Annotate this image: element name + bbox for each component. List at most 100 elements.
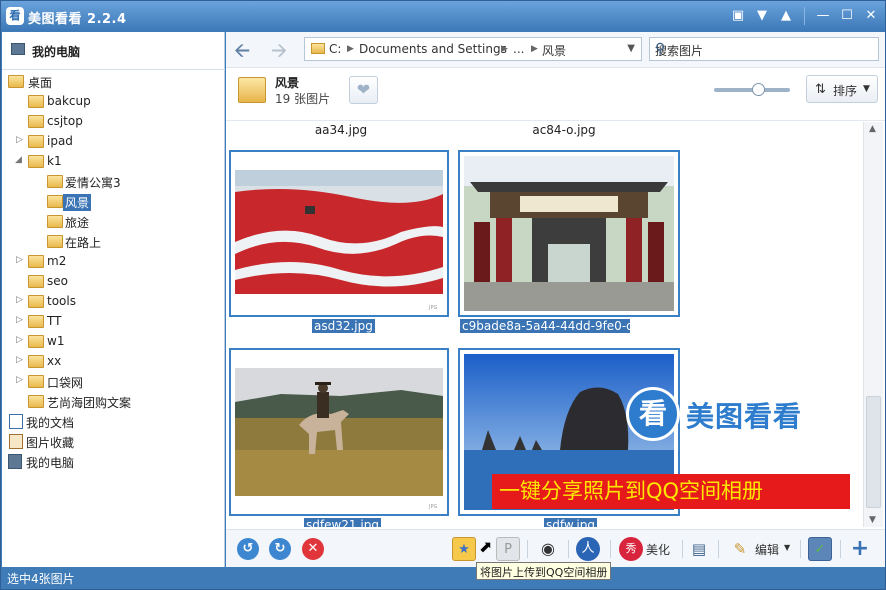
tree-item-csjtop[interactable]: csjtop <box>2 112 225 132</box>
minimize-icon[interactable]: — <box>813 6 833 26</box>
tree-item-my-computer[interactable]: 我的电脑 <box>2 452 225 472</box>
watermark-text: 美图看看 <box>686 400 803 433</box>
tree-item-lvtu[interactable]: 旅途 <box>2 212 225 232</box>
thumbnail-sdfew21[interactable]: JPG <box>229 348 449 516</box>
tree-item-label: k1 <box>47 154 62 168</box>
thumbnail-caption[interactable]: sdfw.jpg <box>544 518 597 527</box>
tree-item-label: csjtop <box>47 114 83 128</box>
slider-knob[interactable] <box>752 83 765 96</box>
tree-item-tools[interactable]: ▷ tools <box>2 292 225 312</box>
tree-item-m2[interactable]: ▷ m2 <box>2 252 225 272</box>
menu-icon[interactable]: ▼ <box>752 6 772 26</box>
path-segment[interactable]: Documents and Settings <box>359 42 507 56</box>
toolbar-divider <box>718 540 719 558</box>
tree-item-k1[interactable]: ◢ k1 <box>2 152 225 172</box>
address-bar[interactable]: C: ▶ Documents and Settings ▶ ... ▶ 风景 ▼ <box>304 37 642 61</box>
qzone-upload-button[interactable]: ★ <box>452 537 480 561</box>
thumbnail-asd32[interactable]: JPG <box>229 150 449 317</box>
chevron-down-icon[interactable]: ▼ <box>784 543 790 552</box>
tree-item-ipad[interactable]: ▷ ipad <box>2 132 225 152</box>
chevron-down-icon[interactable]: ▼ <box>627 43 635 54</box>
back-arrow-icon[interactable]: 🡨 <box>234 36 250 70</box>
tree-item-my-documents[interactable]: 我的文档 <box>2 412 225 432</box>
folder-icon <box>28 135 44 148</box>
favorite-heart-button[interactable]: ❤ <box>349 76 378 104</box>
folder-icon <box>28 335 44 348</box>
tree-item-zailushang[interactable]: 在路上 <box>2 232 225 252</box>
tree-item-fengjing[interactable]: 风景 <box>2 192 225 212</box>
sort-button[interactable]: ⇅ 排序 ▼ <box>806 75 878 103</box>
share-p-button[interactable]: P <box>496 537 520 561</box>
path-segment-current[interactable]: 风景 <box>542 42 566 59</box>
tree-item-label: 爱情公寓3 <box>65 176 121 190</box>
edit-pencil-icon: ✎ <box>733 540 747 558</box>
tree-item-xx[interactable]: ▷ xx <box>2 352 225 372</box>
tree-item-aiqinggongyu3[interactable]: 爱情公寓3 <box>2 172 225 192</box>
qzone-tooltip: 将图片上传到QQ空间相册 <box>476 562 612 580</box>
promo-banner: 一键分享照片到QQ空间相册 <box>492 474 850 509</box>
thumbnail-caption[interactable]: sdfew21.jpg <box>304 518 381 527</box>
thumbnail-caption[interactable]: c9bade8a-5a44-44dd-9fe0-d29 <box>460 319 630 333</box>
folder-icon <box>28 315 44 328</box>
thumbnail-caption[interactable]: aa34.jpg <box>286 123 396 137</box>
tree-item-koudaiwang[interactable]: ▷ 口袋网 <box>2 372 225 392</box>
my-computer-header[interactable]: 我的电脑 <box>2 32 225 70</box>
tree-item-tt[interactable]: ▷ TT <box>2 312 225 332</box>
search-icon[interactable]: ⚲ <box>655 41 872 57</box>
expand-arrow-icon[interactable]: ▷ <box>16 255 23 265</box>
tree-item-desktop[interactable]: 桌面 <box>2 72 225 92</box>
sort-icon: ⇅ <box>815 82 826 97</box>
thumbnail-caption[interactable]: ac84-o.jpg <box>509 123 619 137</box>
add-button[interactable]: + <box>848 537 872 561</box>
tree-item-seo[interactable]: seo <box>2 272 225 292</box>
path-ellipsis[interactable]: ... <box>513 42 524 56</box>
scrollbar-thumb[interactable] <box>866 396 881 508</box>
expand-arrow-icon[interactable]: ▷ <box>16 375 23 385</box>
collapse-arrow-icon[interactable]: ◢ <box>15 155 22 165</box>
share-p-icon: P <box>496 537 520 561</box>
forward-arrow-icon[interactable]: 🡪 <box>271 36 287 70</box>
close-icon[interactable]: ✕ <box>861 6 881 26</box>
expand-arrow-icon[interactable]: ▷ <box>16 355 23 365</box>
renren-share-button[interactable]: 人 <box>576 537 602 561</box>
plus-icon: + <box>850 536 870 561</box>
documents-icon <box>9 414 23 429</box>
toolbar-divider <box>682 540 683 558</box>
vertical-scrollbar[interactable]: ▲ ▼ <box>863 122 883 527</box>
slideshow-icon: ▤ <box>691 540 707 558</box>
thumbnail-c9bade8a[interactable] <box>458 150 680 317</box>
tree-item-label: xx <box>47 354 62 368</box>
thumbnail-size-slider[interactable] <box>714 83 790 96</box>
weibo-share-button[interactable]: ◉ <box>536 537 562 561</box>
path-drive[interactable]: C: <box>329 42 341 56</box>
slideshow-button[interactable]: ▤ <box>687 537 711 561</box>
tree-item-label: 艺尚海团购文案 <box>47 396 132 410</box>
tree-item-picture-favorites[interactable]: 图片收藏 <box>2 432 225 452</box>
scroll-down-icon[interactable]: ▼ <box>869 515 876 525</box>
rotate-left-icon[interactable]: ↺ <box>237 538 259 560</box>
search-input[interactable]: 搜索图片 ⚲ <box>649 37 879 61</box>
toolbar-divider <box>568 540 569 558</box>
tree-item-label: w1 <box>47 334 65 348</box>
edit-button[interactable]: ✎ 编辑 ▼ <box>728 537 796 561</box>
delete-icon[interactable]: ✕ <box>302 538 324 560</box>
tree-item-label: 在路上 <box>65 236 102 250</box>
wallpaper-button[interactable]: ✓ <box>808 537 832 561</box>
scroll-up-icon[interactable]: ▲ <box>869 124 876 134</box>
expand-arrow-icon[interactable]: ▷ <box>16 335 23 345</box>
tree-item-yishanghai[interactable]: 艺尚海团购文案 <box>2 392 225 412</box>
maximize-icon[interactable]: ☐ <box>837 6 857 26</box>
expand-arrow-icon[interactable]: ▷ <box>16 295 23 305</box>
thumbnail-caption[interactable]: asd32.jpg <box>312 319 375 333</box>
beautify-button[interactable]: 秀 美化 <box>619 537 675 561</box>
expand-arrow-icon[interactable]: ▷ <box>16 135 23 145</box>
tree-item-w1[interactable]: ▷ w1 <box>2 332 225 352</box>
rotate-right-icon[interactable]: ↻ <box>269 538 291 560</box>
chat-icon[interactable]: ▣ <box>728 6 748 26</box>
expand-arrow-icon[interactable]: ▷ <box>16 315 23 325</box>
weibo-icon: ◉ <box>541 539 555 558</box>
tree-item-label: 我的电脑 <box>26 456 75 470</box>
tree-item-bakcup[interactable]: bakcup <box>2 92 225 112</box>
toolbar-divider <box>840 540 841 558</box>
skin-icon[interactable]: ▲ <box>776 6 796 26</box>
